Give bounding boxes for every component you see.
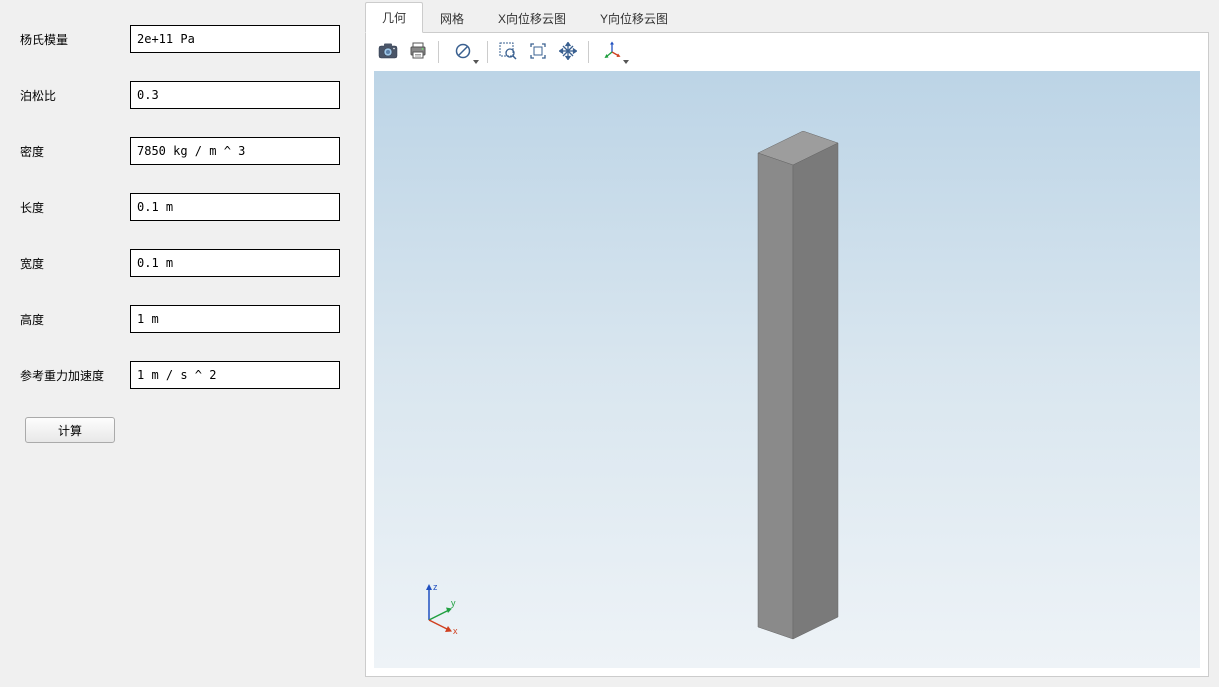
- toolbar-separator: [487, 41, 488, 63]
- field-density: 密度: [20, 137, 340, 165]
- tab-bar: 几何 网格 X向位移云图 Y向位移云图: [365, 5, 1209, 33]
- zoom-box-icon: [499, 42, 517, 63]
- label-poisson-ratio: 泊松比: [20, 87, 130, 104]
- field-youngs-modulus: 杨氏模量: [20, 25, 340, 53]
- label-height: 高度: [20, 311, 130, 328]
- selection-mode-button[interactable]: [445, 38, 481, 66]
- chevron-down-icon: [623, 60, 629, 64]
- toolbar-separator: [588, 41, 589, 63]
- pan-button[interactable]: [554, 38, 582, 66]
- input-width[interactable]: [130, 249, 340, 277]
- label-youngs-modulus: 杨氏模量: [20, 31, 130, 48]
- print-icon: [409, 42, 427, 63]
- zoom-box-button[interactable]: [494, 38, 522, 66]
- visualization-panel: 几何 网格 X向位移云图 Y向位移云图: [360, 0, 1219, 687]
- tab-mesh[interactable]: 网格: [423, 3, 481, 33]
- axis-y-label: y: [451, 598, 456, 608]
- label-length: 长度: [20, 199, 130, 216]
- field-width: 宽度: [20, 249, 340, 277]
- no-entry-icon: [455, 43, 471, 62]
- axis-z-label: z: [433, 582, 438, 592]
- field-length: 长度: [20, 193, 340, 221]
- label-width: 宽度: [20, 255, 130, 272]
- viewport-container: z y x: [365, 32, 1209, 677]
- zoom-fit-button[interactable]: [524, 38, 552, 66]
- print-button[interactable]: [404, 38, 432, 66]
- fit-icon: [529, 42, 547, 63]
- 3d-viewport[interactable]: z y x: [374, 71, 1200, 668]
- field-poisson-ratio: 泊松比: [20, 81, 340, 109]
- input-youngs-modulus[interactable]: [130, 25, 340, 53]
- field-gravity: 参考重力加速度: [20, 361, 340, 389]
- input-gravity[interactable]: [130, 361, 340, 389]
- axis-gizmo-icon: [603, 41, 623, 64]
- view-orientation-button[interactable]: [595, 38, 631, 66]
- toolbar-separator: [438, 41, 439, 63]
- parameters-panel: 杨氏模量 泊松比 密度 长度 宽度 高度 参考重力加速度 计算: [0, 0, 360, 687]
- label-gravity: 参考重力加速度: [20, 367, 130, 384]
- tab-y-displacement[interactable]: Y向位移云图: [583, 3, 685, 33]
- label-density: 密度: [20, 143, 130, 160]
- chevron-down-icon: [473, 60, 479, 64]
- axis-indicator: z y x: [409, 580, 469, 638]
- input-length[interactable]: [130, 193, 340, 221]
- input-density[interactable]: [130, 137, 340, 165]
- viewport-toolbar: [366, 33, 1208, 71]
- field-height: 高度: [20, 305, 340, 333]
- input-height[interactable]: [130, 305, 340, 333]
- input-poisson-ratio[interactable]: [130, 81, 340, 109]
- tab-x-displacement[interactable]: X向位移云图: [481, 3, 583, 33]
- tab-geometry[interactable]: 几何: [365, 2, 423, 33]
- cross-arrows-icon: [559, 42, 577, 63]
- axis-x-label: x: [453, 626, 458, 635]
- camera-icon: [378, 43, 398, 62]
- screenshot-button[interactable]: [374, 38, 402, 66]
- beam-geometry: [743, 131, 853, 644]
- compute-button[interactable]: 计算: [25, 417, 115, 443]
